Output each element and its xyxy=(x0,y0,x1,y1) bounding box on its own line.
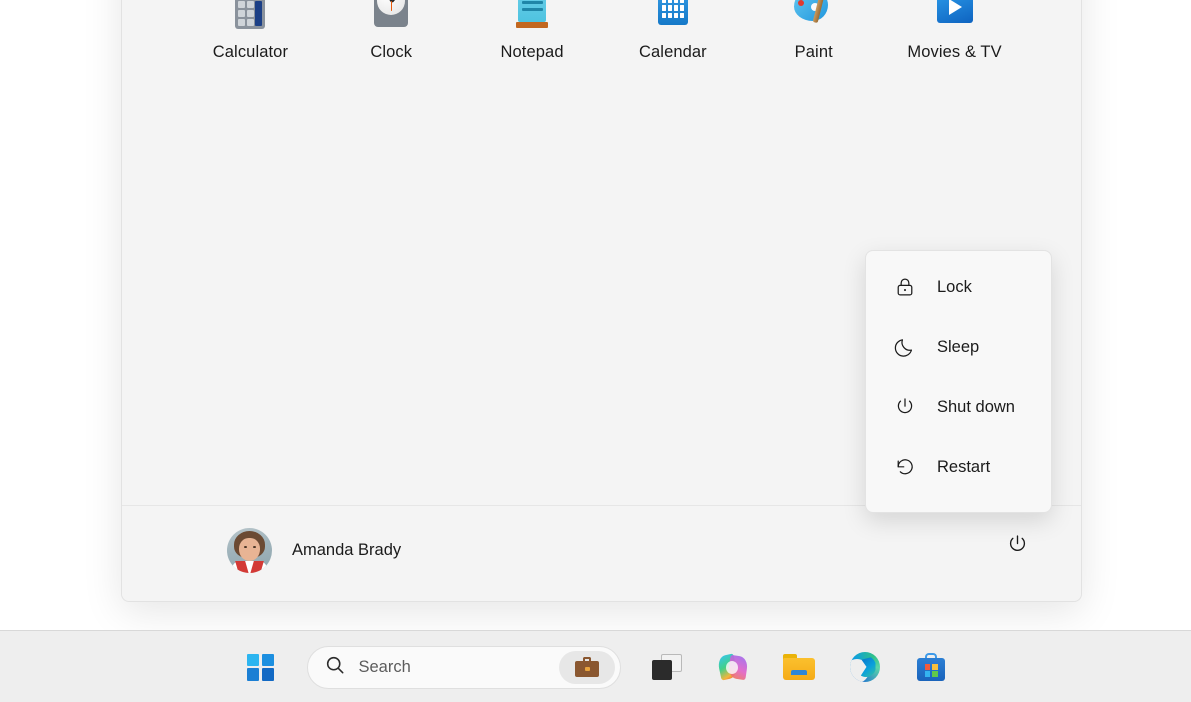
user-account-button[interactable]: Amanda Brady xyxy=(219,520,415,581)
start-button[interactable] xyxy=(237,643,285,691)
avatar xyxy=(227,528,272,573)
pinned-apps-grid: Calculator Clock Notepad Calendar Paint … xyxy=(122,0,1083,62)
paint-icon xyxy=(791,0,837,29)
app-tile-movies-and-tv[interactable]: Movies & TV xyxy=(884,0,1025,62)
app-label: Calendar xyxy=(639,43,707,61)
notepad-icon xyxy=(509,0,555,29)
task-view-button[interactable] xyxy=(643,643,691,691)
edge-icon xyxy=(849,652,880,682)
search-input[interactable]: Search xyxy=(306,645,621,689)
calculator-icon xyxy=(227,0,273,29)
screen: Calculator Clock Notepad Calendar Paint … xyxy=(0,0,1191,702)
moon-icon xyxy=(892,336,918,358)
windows-logo-icon xyxy=(247,653,274,681)
search-icon xyxy=(324,654,346,681)
app-label: Notepad xyxy=(500,43,564,61)
movies-and-tv-icon xyxy=(932,0,978,29)
app-label: Calculator xyxy=(212,43,289,61)
power-menu-item-shut-down[interactable]: Shut down xyxy=(870,377,1047,437)
power-icon xyxy=(892,396,918,418)
start-menu-footer: Amanda Brady xyxy=(122,505,1081,601)
app-tile-calendar[interactable]: Calendar xyxy=(602,0,743,62)
power-menu-label: Sleep xyxy=(937,337,980,356)
power-menu-item-restart[interactable]: Restart xyxy=(870,437,1047,497)
taskbar: Search xyxy=(0,630,1191,702)
user-name: Amanda Brady xyxy=(292,541,402,559)
microsoft-store-button[interactable] xyxy=(907,643,955,691)
app-tile-paint[interactable]: Paint xyxy=(743,0,884,62)
lock-icon xyxy=(892,276,918,298)
calendar-icon xyxy=(650,0,696,29)
store-icon xyxy=(916,653,945,681)
app-tile-clock[interactable]: Clock xyxy=(321,0,462,62)
power-options-popup: Lock Sleep Shut down Restart xyxy=(865,250,1052,513)
power-menu-item-sleep[interactable]: Sleep xyxy=(870,317,1047,377)
file-explorer-button[interactable] xyxy=(775,643,823,691)
app-label: Clock xyxy=(370,43,413,61)
app-label: Movies & TV xyxy=(907,43,1002,61)
search-chip-button[interactable] xyxy=(558,650,615,684)
clock-icon xyxy=(368,0,414,29)
power-menu-label: Shut down xyxy=(937,397,1015,416)
search-placeholder: Search xyxy=(358,657,411,676)
app-tile-calculator[interactable]: Calculator xyxy=(180,0,321,62)
file-explorer-icon xyxy=(782,654,815,680)
taskbar-center-group: Search xyxy=(237,631,955,702)
power-menu-label: Lock xyxy=(937,277,972,296)
power-menu-label: Restart xyxy=(937,457,991,476)
restart-icon xyxy=(892,456,918,478)
app-label: Paint xyxy=(794,43,833,61)
briefcase-icon xyxy=(574,657,599,677)
power-button[interactable] xyxy=(999,526,1035,562)
copilot-button[interactable] xyxy=(709,643,757,691)
power-menu-item-lock[interactable]: Lock xyxy=(870,257,1047,317)
copilot-icon xyxy=(716,652,749,682)
app-tile-notepad[interactable]: Notepad xyxy=(462,0,603,62)
microsoft-edge-button[interactable] xyxy=(841,643,889,691)
task-view-icon xyxy=(651,654,682,680)
